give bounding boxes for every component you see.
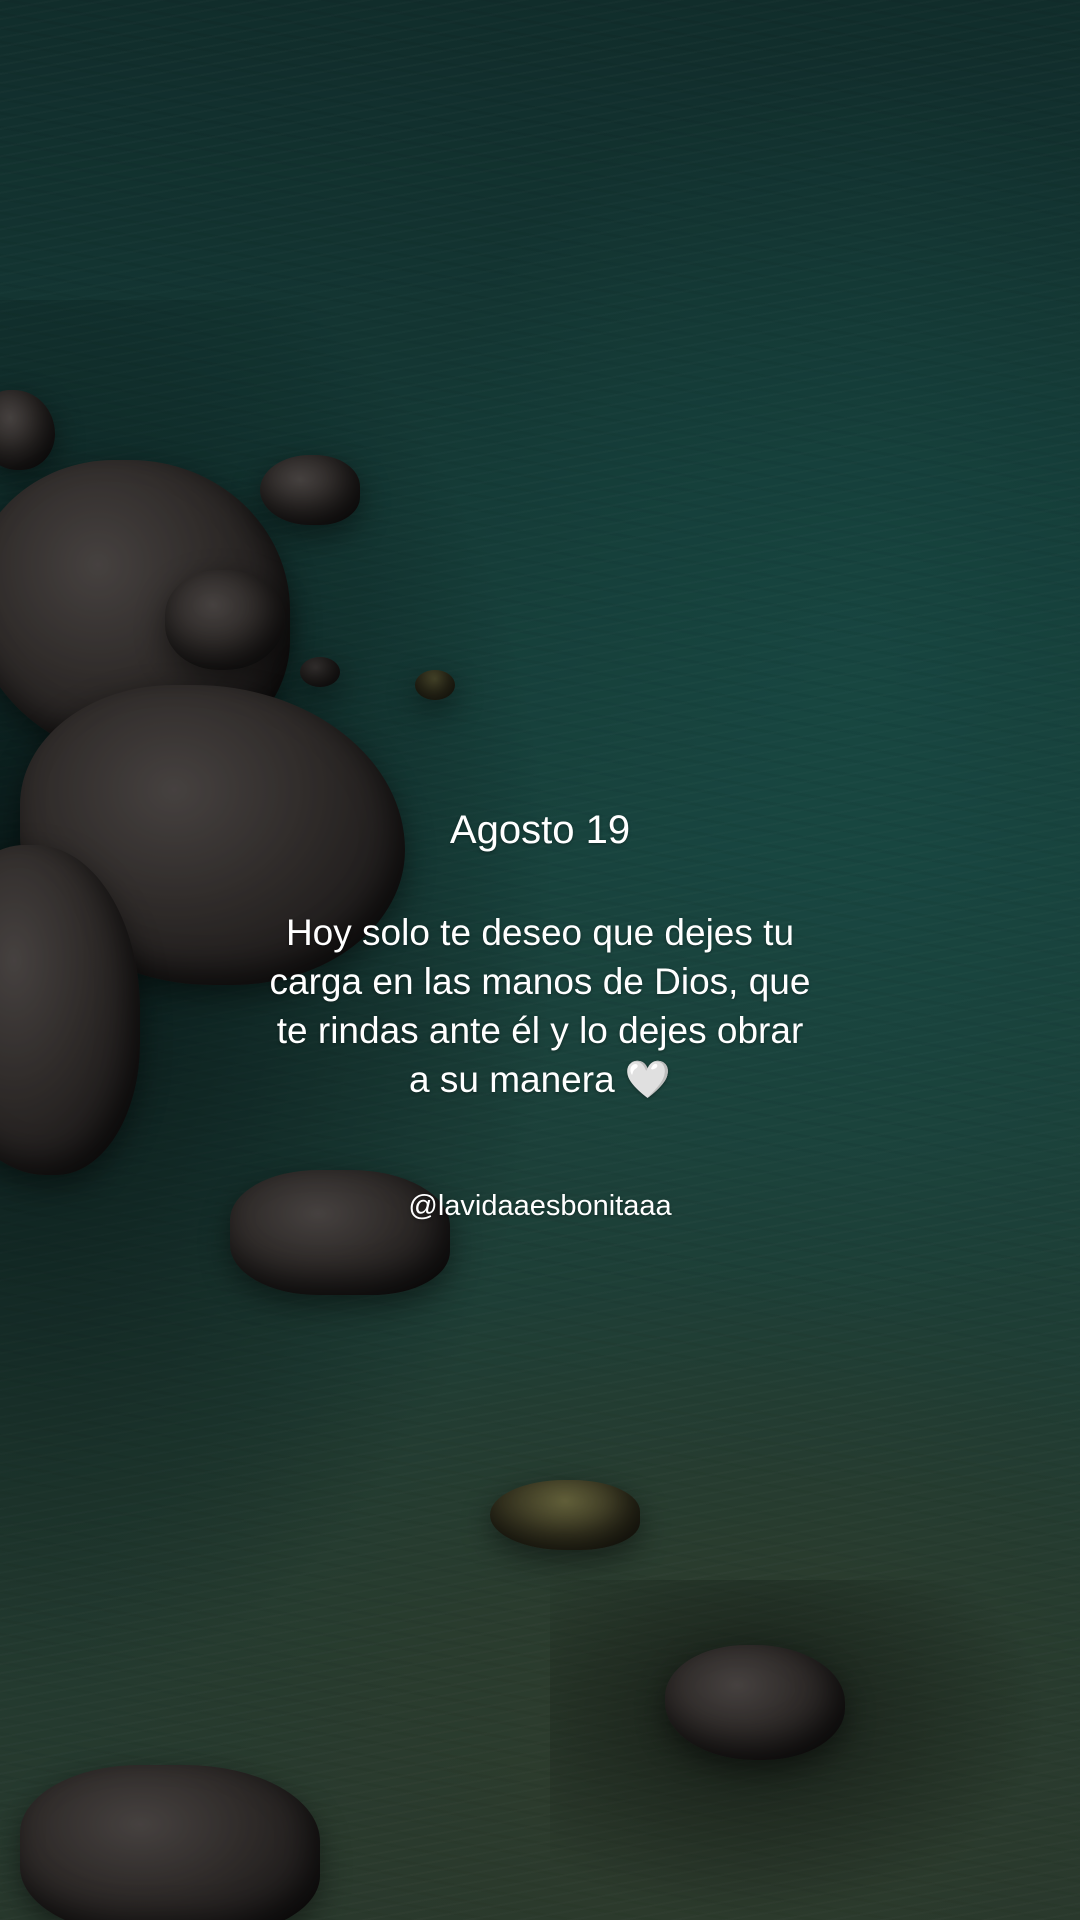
message-line: Hoy solo te deseo que dejes tu bbox=[285, 912, 795, 953]
post-date: Agosto 19 bbox=[449, 808, 631, 852]
message-line: carga en las manos de Dios, que bbox=[269, 961, 811, 1002]
message-line: te rindas ante él y lo dejes obrar bbox=[276, 1010, 804, 1051]
author-handle: @lavidaaesbonitaaa bbox=[408, 1190, 672, 1222]
post-message: Hoy solo te deseo que dejes tu carga en … bbox=[200, 908, 880, 1104]
story-canvas: Agosto 19 Hoy solo te deseo que dejes tu… bbox=[0, 0, 1080, 1920]
message-line: a su manera 🤍 bbox=[408, 1059, 672, 1100]
